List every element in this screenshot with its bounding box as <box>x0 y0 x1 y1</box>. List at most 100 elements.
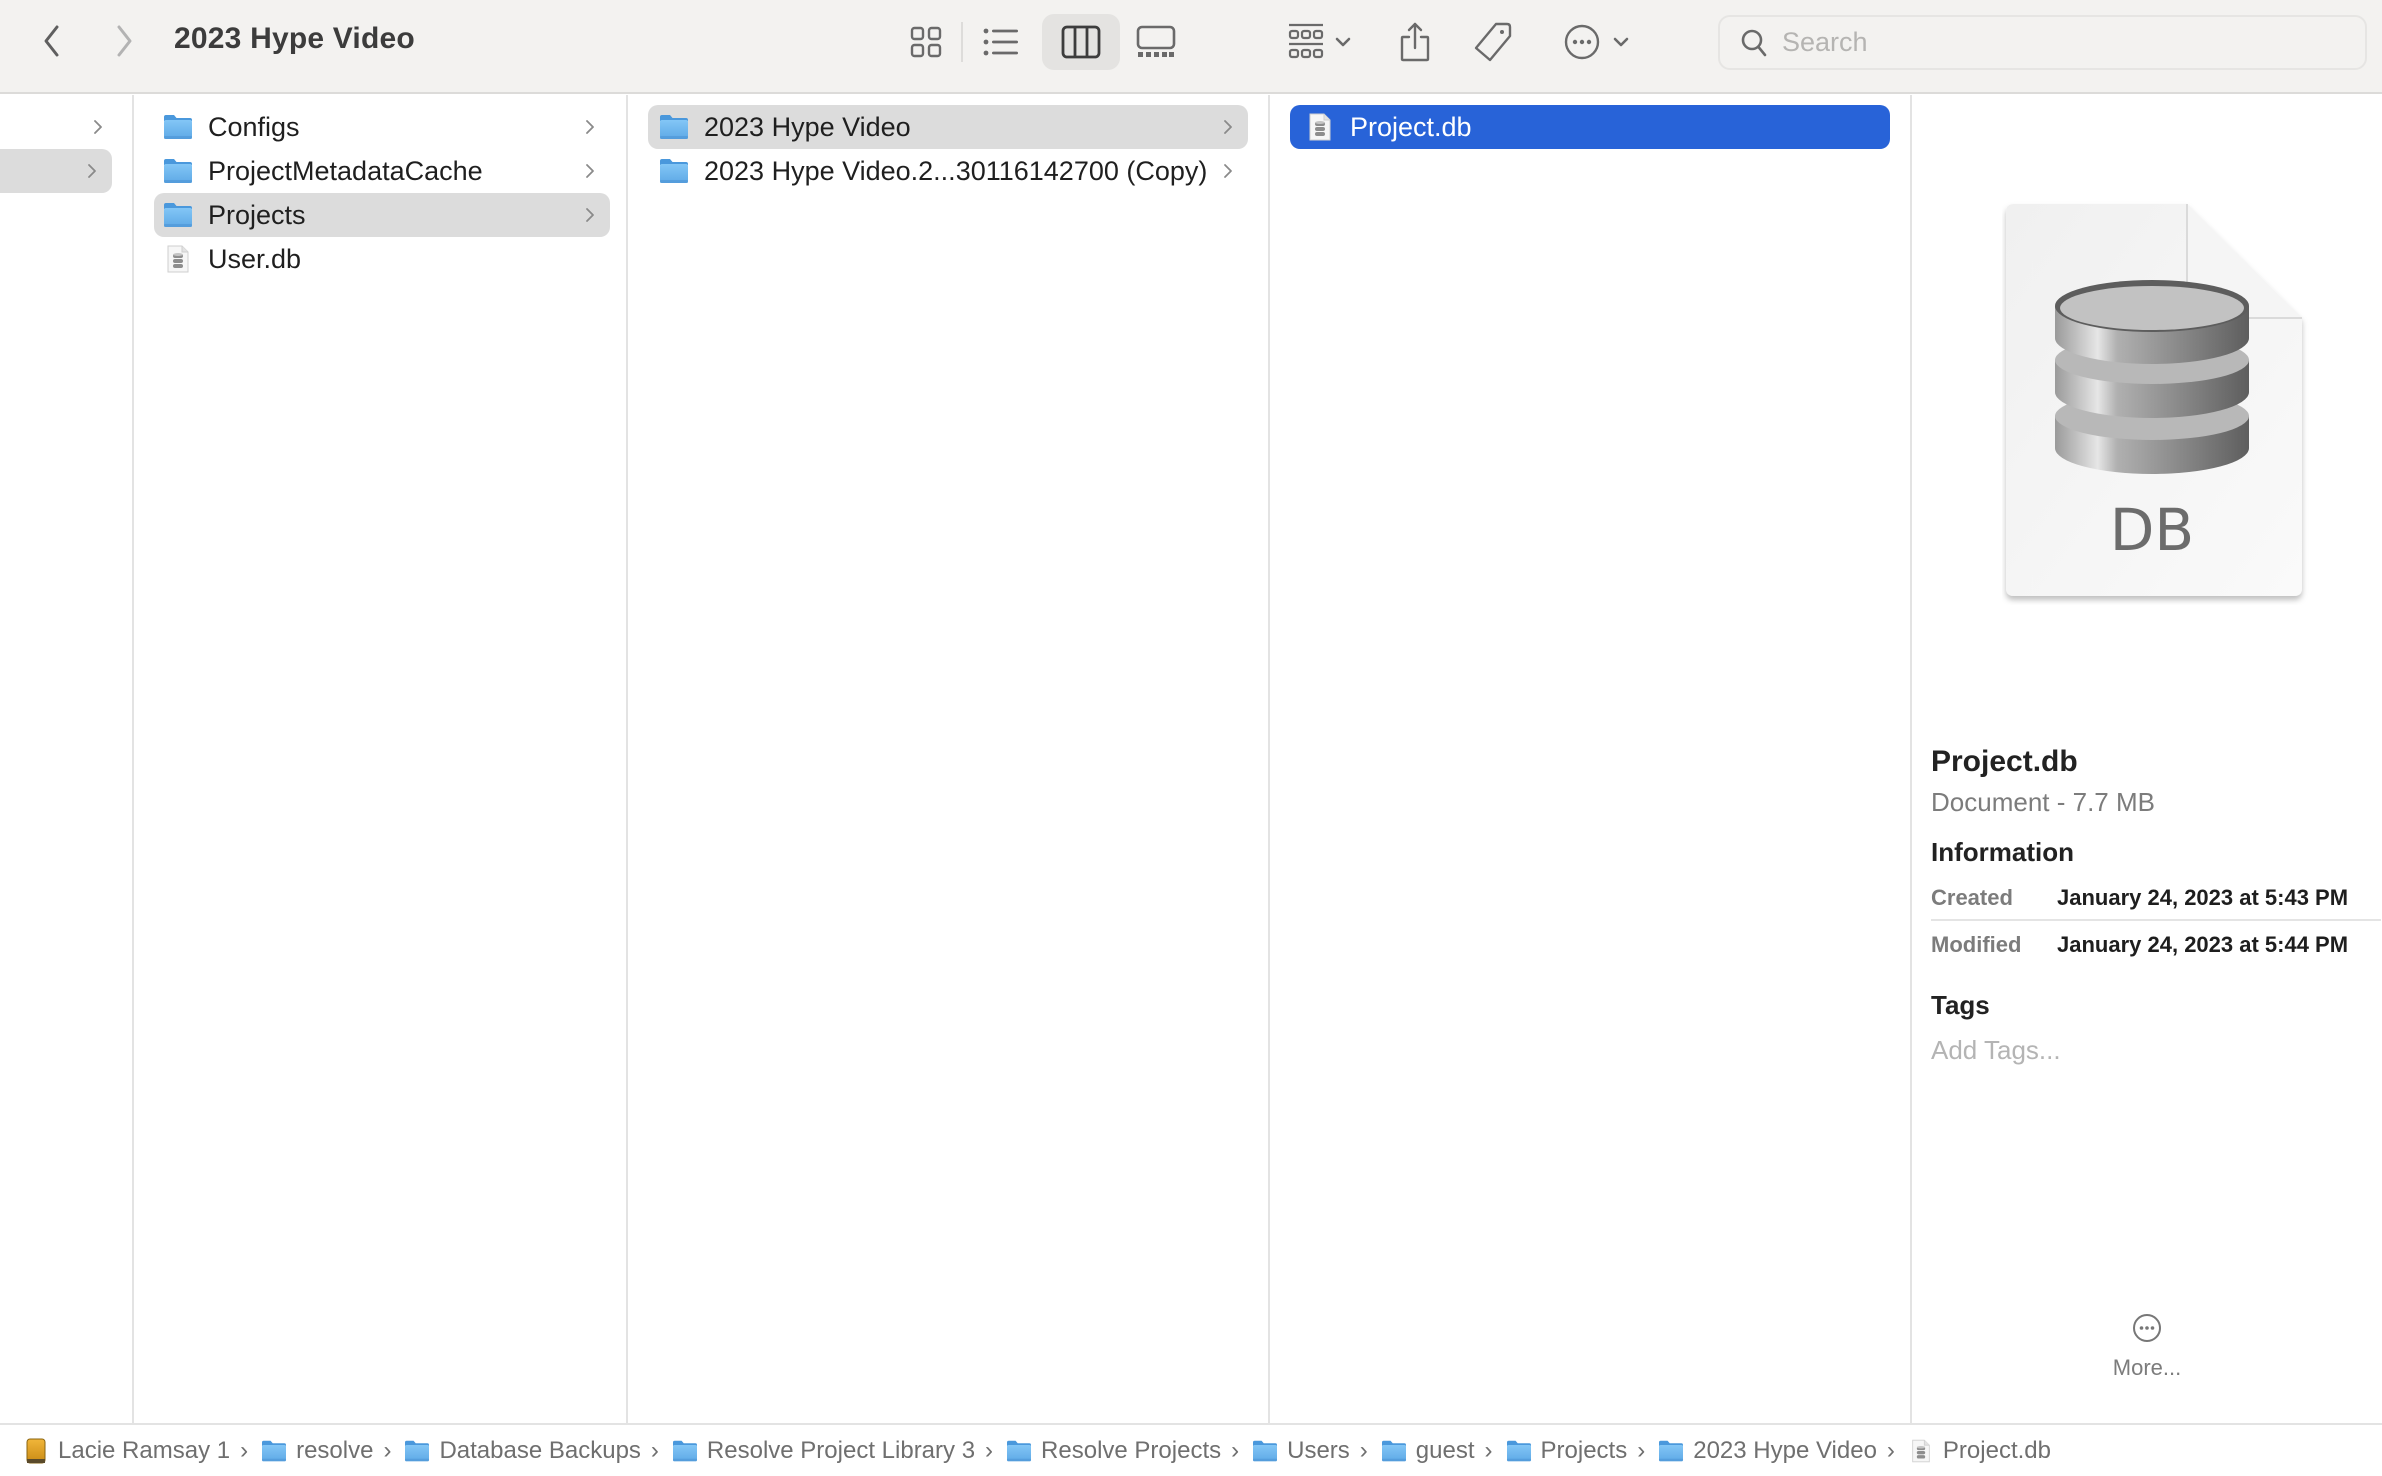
path-item[interactable]: Lacie Ramsay 1 <box>22 1437 230 1465</box>
list-item[interactable]: User.db <box>154 237 610 281</box>
external-drive-icon <box>22 1438 50 1464</box>
group-by-button[interactable] <box>1280 14 1360 70</box>
folder-icon <box>260 1438 288 1464</box>
gallery-view-button[interactable] <box>1117 14 1195 70</box>
add-tags-field[interactable]: Add Tags... <box>1931 1035 2061 1066</box>
list-item[interactable]: 2023 Hype Video <box>648 105 1248 149</box>
info-value: January 24, 2023 at 5:43 PM <box>2057 885 2349 910</box>
path-separator: › <box>240 1436 249 1464</box>
path-separator: › <box>1637 1436 1646 1464</box>
folder-icon <box>162 156 194 186</box>
forward-button[interactable] <box>102 18 146 64</box>
ellipsis-circle-icon <box>1564 24 1600 60</box>
path-separator: › <box>985 1436 994 1464</box>
database-document-icon: DB <box>2006 204 2302 596</box>
ellipsis-circle-icon <box>2133 1314 2161 1342</box>
folder-icon <box>1251 1438 1279 1464</box>
preview-pane: DB Project.db Document - 7.7 MB Informat… <box>1912 95 2382 1423</box>
browser-column-1[interactable]: Configs ProjectMetadataCache Projects Us… <box>134 95 628 1423</box>
folder-icon <box>671 1438 699 1464</box>
path-item[interactable]: resolve <box>260 1437 373 1465</box>
info-row-modified: Modified January 24, 2023 at 5:44 PM <box>1931 923 2381 967</box>
tag-icon <box>1474 22 1512 62</box>
browser-column-2[interactable]: 2023 Hype Video 2023 Hype Video.2...3011… <box>628 95 1270 1423</box>
search-input[interactable] <box>1782 27 2342 58</box>
list-item[interactable]: Project.db <box>1290 105 1890 149</box>
chevron-right-icon <box>117 25 132 57</box>
chevron-down-icon <box>1613 37 1629 47</box>
search-icon <box>1741 29 1767 56</box>
share-icon <box>1400 22 1430 62</box>
path-separator: › <box>1231 1436 1240 1464</box>
tags-heading: Tags <box>1931 990 1990 1020</box>
path-item[interactable]: guest <box>1380 1437 1475 1465</box>
info-key: Created <box>1931 885 2013 910</box>
db-file-icon <box>1304 112 1336 142</box>
chevron-right-icon <box>1218 156 1238 186</box>
folder-icon <box>1380 1438 1408 1464</box>
folder-icon <box>162 112 194 142</box>
path-item[interactable]: Resolve Project Library 3 <box>671 1437 975 1465</box>
path-item[interactable]: 2023 Hype Video <box>1657 1437 1877 1465</box>
chevron-right-icon <box>580 200 600 230</box>
preview-kind-size: Document - 7.7 MB <box>1931 787 2155 817</box>
list-item[interactable]: Configs <box>154 105 610 149</box>
information-heading: Information <box>1931 837 2074 867</box>
folder-icon <box>1505 1438 1533 1464</box>
info-value: January 24, 2023 at 5:44 PM <box>2057 932 2349 957</box>
icon-view-button[interactable] <box>887 14 965 70</box>
browser-column-0[interactable] <box>0 95 134 1423</box>
tag-button[interactable] <box>1468 14 1518 70</box>
path-bar: Lacie Ramsay 1 › resolve › Database Back… <box>0 1423 2382 1476</box>
path-separator: › <box>1484 1436 1493 1464</box>
window-title: 2023 Hype Video <box>174 22 415 55</box>
list-item[interactable]: ProjectMetadataCache <box>154 149 610 193</box>
list-item[interactable] <box>0 105 118 149</box>
folder-icon <box>162 200 194 230</box>
folder-icon <box>658 112 690 142</box>
chevron-down-icon <box>1335 37 1351 47</box>
db-file-icon <box>1907 1438 1935 1464</box>
grid-icon <box>910 26 942 58</box>
folder-icon <box>1005 1438 1033 1464</box>
column-view-button[interactable] <box>1042 14 1120 70</box>
chevron-left-icon <box>44 25 59 57</box>
more-label: More... <box>2112 1355 2182 1380</box>
db-file-icon <box>162 244 194 274</box>
chevron-right-icon <box>82 156 102 186</box>
list-item[interactable]: 2023 Hype Video.2...30116142700 (Copy) <box>648 149 1248 193</box>
path-separator: › <box>383 1436 392 1464</box>
list-item[interactable] <box>0 149 112 193</box>
search-field[interactable] <box>1718 15 2367 70</box>
share-button[interactable] <box>1390 14 1440 70</box>
more-button[interactable]: More... <box>2087 1313 2207 1381</box>
path-item[interactable]: Resolve Projects <box>1005 1437 1221 1465</box>
chevron-right-icon <box>580 112 600 142</box>
list-view-button[interactable] <box>962 14 1040 70</box>
path-item[interactable]: Project.db <box>1907 1437 2051 1465</box>
list-item[interactable]: Projects <box>154 193 610 237</box>
path-item[interactable]: Database Backups <box>403 1437 641 1465</box>
info-row-created: Created January 24, 2023 at 5:43 PM <box>1931 877 2381 921</box>
path-separator: › <box>1886 1436 1895 1464</box>
preview-file-name: Project.db <box>1931 745 2078 778</box>
back-button[interactable] <box>30 18 74 64</box>
browser-column-3[interactable]: Project.db <box>1270 95 1912 1423</box>
folder-icon <box>658 156 690 186</box>
path-item[interactable]: Users <box>1251 1437 1350 1465</box>
chevron-right-icon <box>1218 112 1238 142</box>
list-icon <box>983 28 1018 56</box>
path-item[interactable]: Projects <box>1505 1437 1627 1465</box>
group-icon <box>1288 23 1324 59</box>
chevron-right-icon <box>580 156 600 186</box>
path-separator: › <box>1359 1436 1368 1464</box>
action-menu-button[interactable] <box>1552 14 1642 70</box>
folder-icon <box>1657 1438 1685 1464</box>
folder-icon <box>403 1438 431 1464</box>
chevron-right-icon <box>88 112 108 142</box>
path-separator: › <box>650 1436 659 1464</box>
columns-icon <box>1061 25 1101 59</box>
file-type-label: DB <box>2110 496 2194 564</box>
info-key: Modified <box>1931 932 2022 957</box>
gallery-icon <box>1136 25 1176 57</box>
